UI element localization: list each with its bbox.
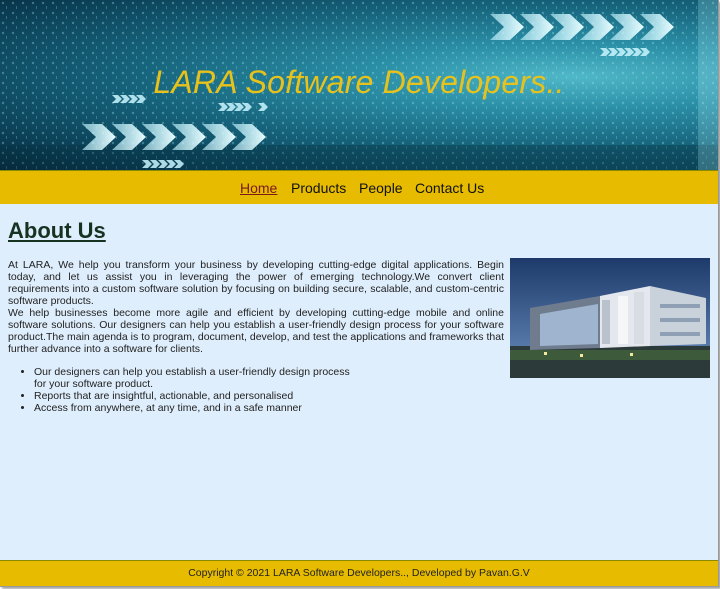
about-paragraph: We help businesses become more agile and… [8,307,504,355]
page: LARA Software Developers.. Home Products… [0,0,719,587]
site-title: LARA Software Developers.. [0,64,718,101]
about-text: At LARA, We help you transform your busi… [8,259,504,355]
footer: Copyright © 2021 LARA Software Developer… [0,560,718,586]
features-list: Our designers can help you establish a u… [8,366,364,414]
about-heading: About Us [8,218,106,243]
list-item: Our designers can help you establish a u… [34,366,364,390]
office-building-graphic [510,258,710,378]
nav-home-link[interactable]: Home [240,180,277,196]
nav-bar: Home Products People Contact Us [0,170,718,204]
list-item: Access from anywhere, at any time, and i… [34,402,364,414]
nav-contact-link[interactable]: Contact Us [415,180,484,196]
copyright-text: Copyright © 2021 LARA Software Developer… [188,567,530,579]
about-paragraph: At LARA, We help you transform your busi… [8,259,504,307]
office-building-image [510,258,710,378]
list-item: Reports that are insightful, actionable,… [34,390,364,402]
nav-products-link[interactable]: Products [291,180,346,196]
header-banner: LARA Software Developers.. [0,0,718,170]
site-title-text: LARA Software Developers.. [153,64,565,100]
nav-people-link[interactable]: People [359,180,403,196]
